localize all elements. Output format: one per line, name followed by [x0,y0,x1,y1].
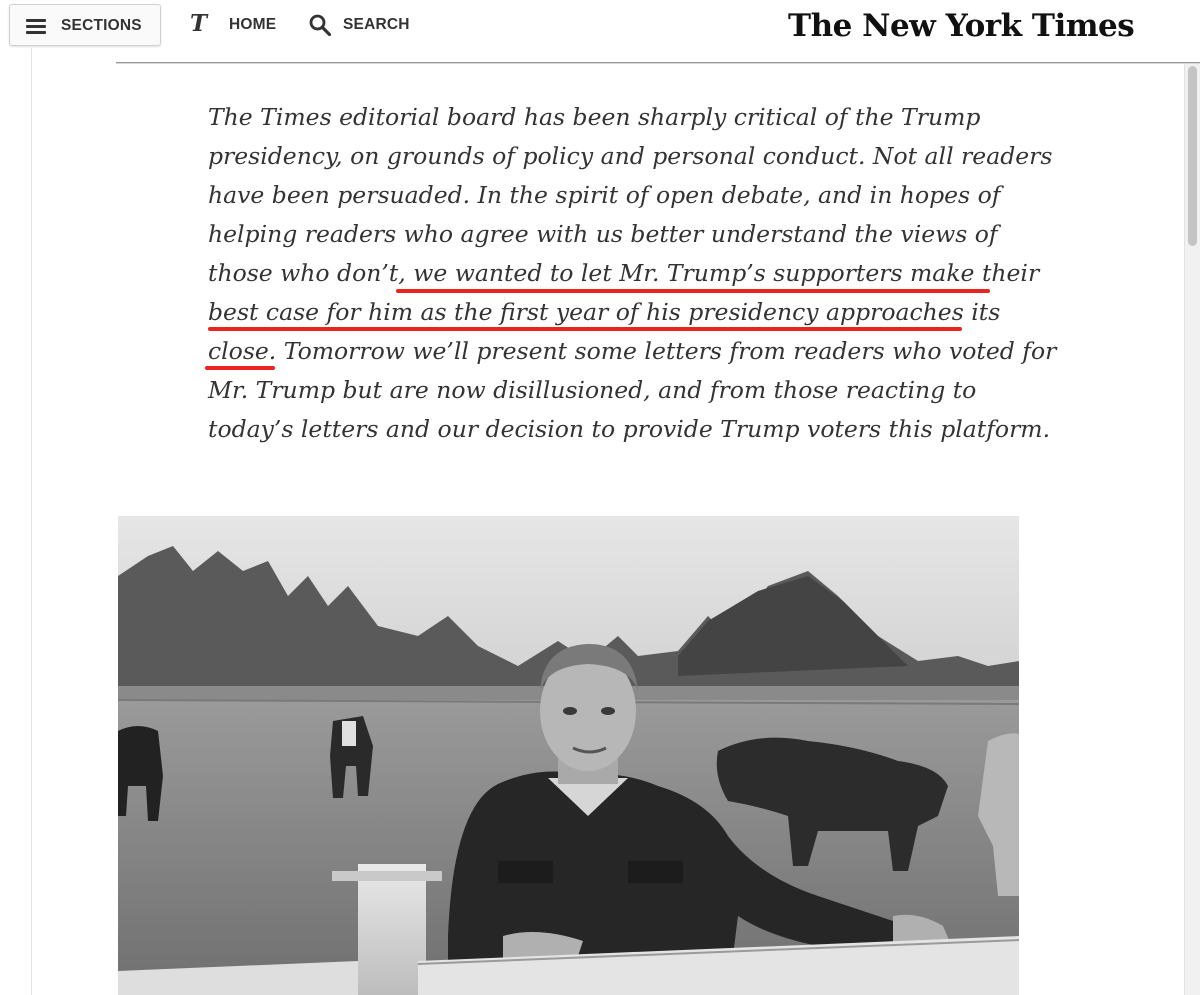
intro-line: today’s letters and our decision to prov… [208,415,1051,443]
nyt-masthead-logo[interactable]: The New York Times [788,4,1135,50]
article-photo [118,516,1019,995]
intro-line: those who don’t, we wanted to let Mr. Tr… [208,259,1040,287]
home-label: HOME [229,16,277,33]
intro-line: helping readers who agree with us better… [208,220,998,248]
header-divider [116,62,1200,64]
highlight-underline [205,366,275,370]
intro-line: have been persuaded. In the spirit of op… [208,181,1001,209]
search-icon [309,14,331,36]
scrollbar-thumb[interactable] [1188,66,1197,246]
vertical-scrollbar[interactable] [1184,64,1200,995]
sections-button[interactable]: SECTIONS [9,4,161,46]
search-label: SEARCH [343,16,410,33]
page-left-border [31,48,32,995]
hamburger-icon [26,19,46,34]
photo-man-at-farm-fence [118,516,1019,995]
site-header: SECTIONS T HOME SEARCH The New York Time… [0,0,1200,62]
intro-line: close. Tomorrow we’ll present some lette… [208,337,1057,365]
editorial-intro-paragraph: The Times editorial board has been sharp… [208,98,1068,449]
highlight-underline [208,327,962,331]
highlight-underline [396,289,990,293]
intro-line: Mr. Trump but are now disillusioned, and… [208,376,977,404]
sections-label: SECTIONS [61,17,142,34]
intro-line: presidency, on grounds of policy and per… [208,142,1053,170]
intro-line: The Times editorial board has been sharp… [208,103,981,131]
nyt-t-logo-icon: T [190,10,208,37]
